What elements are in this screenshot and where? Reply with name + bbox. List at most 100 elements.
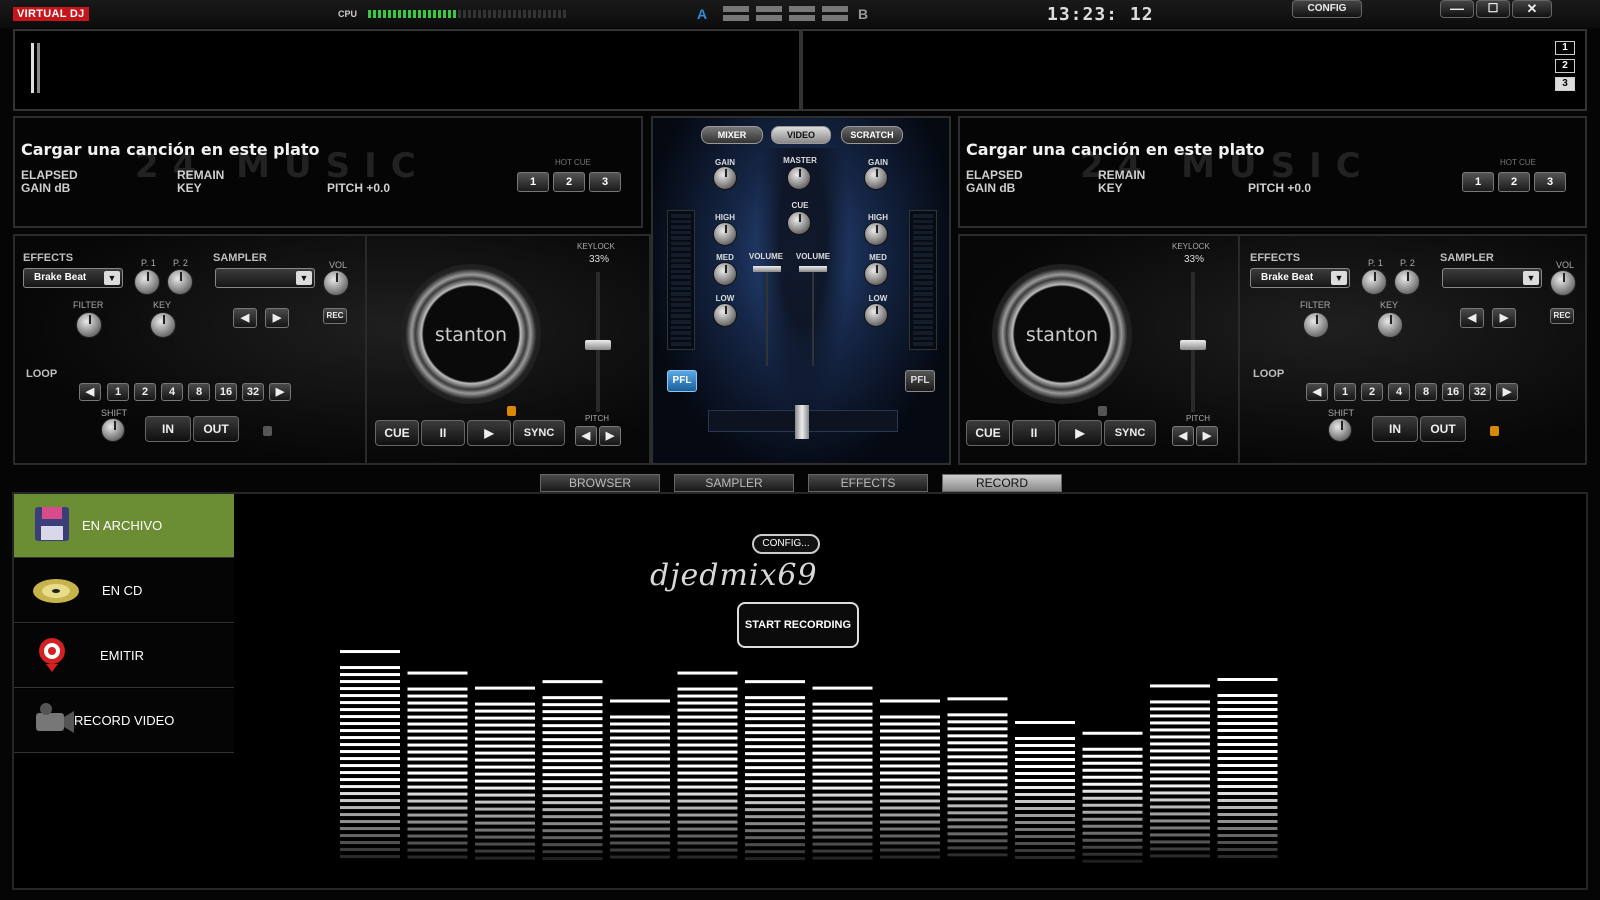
loop-2-button[interactable]: 2: [134, 383, 156, 401]
cue-button[interactable]: CUE: [375, 420, 419, 446]
loop-1-button[interactable]: 1: [107, 383, 129, 401]
shift-knob[interactable]: [101, 418, 125, 442]
loop-32-button[interactable]: 32: [242, 383, 264, 401]
layout-tab-3[interactable]: 3: [1555, 77, 1575, 91]
param1-knob[interactable]: [1361, 269, 1387, 295]
hot-cue-3-button[interactable]: 3: [589, 172, 621, 192]
turntable-platter[interactable]: stanton: [401, 264, 541, 404]
high-right-knob[interactable]: [864, 222, 888, 246]
hot-cue-2-button[interactable]: 2: [1498, 172, 1530, 192]
param1-knob[interactable]: [134, 269, 160, 295]
rec-button[interactable]: REC: [323, 308, 347, 324]
sampler-select[interactable]: ▼: [215, 268, 315, 288]
low-right-knob[interactable]: [864, 303, 888, 327]
key-knob[interactable]: [1377, 312, 1403, 338]
gain-left-knob[interactable]: [713, 166, 737, 190]
sampler-next-button[interactable]: ▶: [1492, 308, 1516, 328]
crossfader-mode-icon[interactable]: [789, 6, 815, 22]
pfl-left-button[interactable]: PFL: [667, 370, 697, 392]
pitch-down-button[interactable]: ◀: [1172, 426, 1194, 446]
effect-select[interactable]: Brake Beat ▼: [23, 268, 123, 288]
lock-icon[interactable]: [507, 406, 516, 416]
start-recording-button[interactable]: START RECORDING: [737, 602, 859, 648]
maximize-icon[interactable]: ☐: [1476, 0, 1510, 18]
record-config-button[interactable]: CONFIG...: [752, 534, 820, 554]
shift-knob[interactable]: [1328, 418, 1352, 442]
key-knob[interactable]: [150, 312, 176, 338]
sampler-next-button[interactable]: ▶: [265, 308, 289, 328]
loop-out-button[interactable]: OUT: [193, 416, 239, 442]
sampler-volume-knob[interactable]: [1550, 270, 1576, 296]
filter-knob[interactable]: [76, 312, 102, 338]
loop-2-button[interactable]: 2: [1361, 383, 1383, 401]
effect-select[interactable]: Brake Beat ▼: [1250, 268, 1350, 288]
sync-button[interactable]: SYNC: [1104, 420, 1156, 446]
tab-video[interactable]: VIDEO: [771, 126, 831, 144]
config-button[interactable]: CONFIG: [1292, 0, 1362, 18]
loop-4-button[interactable]: 4: [1388, 383, 1410, 401]
pitch-up-button[interactable]: ▶: [599, 426, 621, 446]
crossfader-mode-icon[interactable]: [822, 6, 848, 22]
crossfader[interactable]: [708, 405, 898, 439]
cue-button[interactable]: CUE: [966, 420, 1010, 446]
crossfader-mode-icon[interactable]: [723, 6, 749, 22]
pause-button[interactable]: II: [421, 420, 465, 446]
volume-right-fader[interactable]: [799, 266, 827, 272]
param2-knob[interactable]: [167, 269, 193, 295]
loop-prev-button[interactable]: ◀: [79, 383, 101, 401]
hot-cue-1-button[interactable]: 1: [517, 172, 549, 192]
loop-next-button[interactable]: ▶: [1496, 383, 1518, 401]
sampler-prev-button[interactable]: ◀: [1460, 308, 1484, 328]
loop-prev-button[interactable]: ◀: [1306, 383, 1328, 401]
loop-8-button[interactable]: 8: [1415, 383, 1437, 401]
play-button[interactable]: ▶: [1058, 420, 1102, 446]
crossfader-mode-icon[interactable]: [756, 6, 782, 22]
rec-button[interactable]: REC: [1550, 308, 1574, 324]
loop-16-button[interactable]: 16: [215, 383, 237, 401]
pitch-fader-handle[interactable]: [585, 340, 611, 350]
lock-icon[interactable]: [263, 426, 272, 436]
loop-16-button[interactable]: 16: [1442, 383, 1464, 401]
pitch-slider[interactable]: [1178, 272, 1208, 412]
pitch-slider[interactable]: [583, 272, 613, 412]
loop-in-button[interactable]: IN: [1372, 416, 1418, 442]
pitch-down-button[interactable]: ◀: [575, 426, 597, 446]
param2-knob[interactable]: [1394, 269, 1420, 295]
sampler-prev-button[interactable]: ◀: [233, 308, 257, 328]
med-right-knob[interactable]: [864, 262, 888, 286]
layout-tab-1[interactable]: 1: [1555, 41, 1575, 55]
high-left-knob[interactable]: [713, 222, 737, 246]
pitch-fader-handle[interactable]: [1180, 340, 1206, 350]
gain-right-knob[interactable]: [864, 166, 888, 190]
low-left-knob[interactable]: [713, 303, 737, 327]
hot-cue-1-button[interactable]: 1: [1462, 172, 1494, 192]
waveform-left[interactable]: [13, 29, 801, 111]
pause-button[interactable]: II: [1012, 420, 1056, 446]
deck-a-indicator[interactable]: A: [697, 6, 707, 22]
minimize-icon[interactable]: —: [1440, 0, 1474, 18]
loop-in-button[interactable]: IN: [145, 416, 191, 442]
pfl-right-button[interactable]: PFL: [905, 370, 935, 392]
loop-next-button[interactable]: ▶: [269, 383, 291, 401]
layout-tab-2[interactable]: 2: [1555, 59, 1575, 73]
tab-mixer[interactable]: MIXER: [701, 126, 763, 144]
med-left-knob[interactable]: [713, 262, 737, 286]
tab-scratch[interactable]: SCRATCH: [841, 126, 903, 144]
loop-32-button[interactable]: 32: [1469, 383, 1491, 401]
loop-1-button[interactable]: 1: [1334, 383, 1356, 401]
hot-cue-2-button[interactable]: 2: [553, 172, 585, 192]
sync-button[interactable]: SYNC: [513, 420, 565, 446]
deck-b-indicator[interactable]: B: [858, 6, 868, 22]
volume-left-fader[interactable]: [753, 266, 781, 272]
loop-out-button[interactable]: OUT: [1420, 416, 1466, 442]
tab-effects[interactable]: EFFECTS: [808, 474, 928, 492]
pitch-up-button[interactable]: ▶: [1196, 426, 1218, 446]
loop-4-button[interactable]: 4: [161, 383, 183, 401]
hot-cue-3-button[interactable]: 3: [1534, 172, 1566, 192]
master-knob[interactable]: [787, 166, 811, 190]
turntable-platter[interactable]: stanton: [992, 264, 1132, 404]
tab-browser[interactable]: BROWSER: [540, 474, 660, 492]
sampler-volume-knob[interactable]: [323, 270, 349, 296]
waveform-right[interactable]: 1 2 3: [801, 29, 1587, 111]
sampler-select[interactable]: ▼: [1442, 268, 1542, 288]
